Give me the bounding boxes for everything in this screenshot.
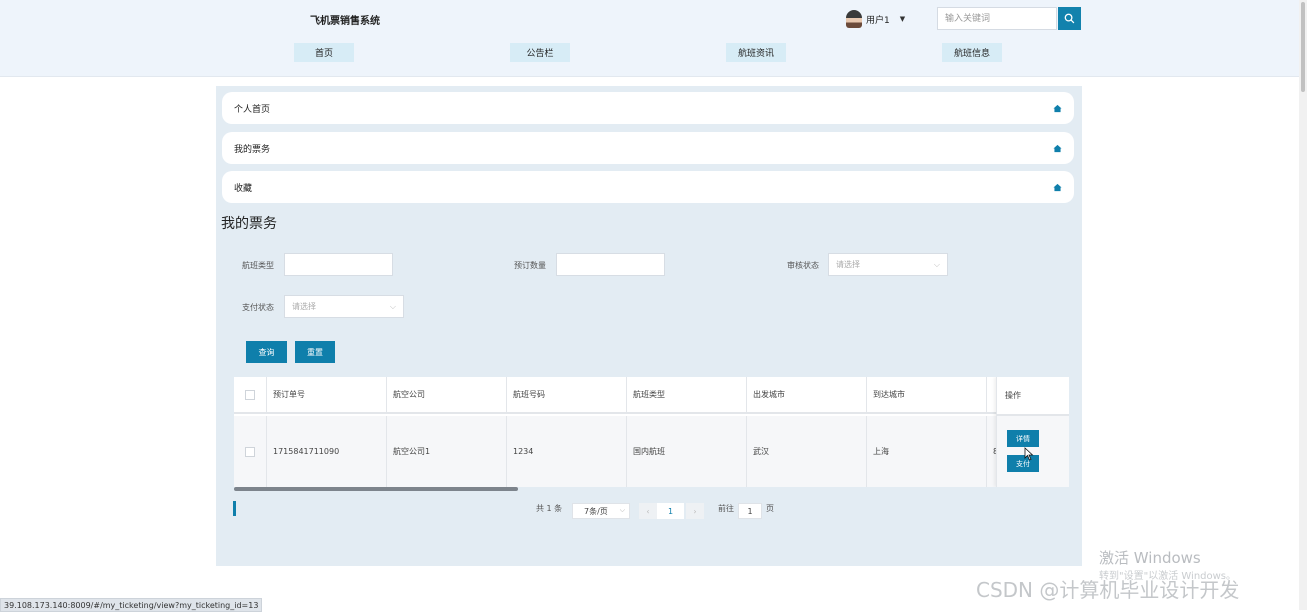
page-size-select[interactable]: 7条/页 ⌵ bbox=[572, 503, 630, 519]
row-select-cell bbox=[234, 416, 267, 487]
prev-page-button[interactable]: ‹ bbox=[639, 503, 657, 519]
home-icon bbox=[1053, 183, 1062, 191]
goto-label: 前往 bbox=[718, 504, 734, 513]
chevron-down-icon: ⌵ bbox=[389, 302, 396, 311]
table-cell: 上海 bbox=[867, 416, 987, 487]
review-status-select[interactable]: 请选择 ⌵ bbox=[828, 253, 948, 276]
column-header[interactable]: 到达城市 bbox=[867, 377, 987, 414]
main-panel: 个人首页 我的票务 收藏 我的票务 航班类型 预订数量 审核状态 请选择 ⌵ 支… bbox=[216, 86, 1082, 566]
row-checkbox[interactable] bbox=[245, 446, 255, 457]
total-count: 共 1 条 bbox=[536, 504, 563, 513]
chevron-down-icon: ⌵ bbox=[619, 506, 625, 514]
table-cell: 航空公司1 bbox=[387, 416, 507, 487]
user-menu[interactable]: 用户1 ▼ bbox=[846, 10, 905, 28]
query-button[interactable]: 查询 bbox=[246, 341, 287, 363]
page-scrollbar[interactable] bbox=[1299, 0, 1307, 610]
home-icon bbox=[1053, 104, 1062, 112]
menu-item-my-tickets[interactable]: 我的票务 bbox=[222, 132, 1074, 164]
menu-item-personal-home[interactable]: 个人首页 bbox=[222, 92, 1074, 124]
table-cell: 武汉 bbox=[747, 416, 867, 487]
column-header[interactable]: 出发城市 bbox=[747, 377, 867, 414]
csdn-watermark: CSDN @计算机毕业设计开发 bbox=[976, 578, 1240, 602]
page-scrollbar-thumb[interactable] bbox=[1301, 2, 1305, 92]
home-icon bbox=[1053, 144, 1062, 152]
search-icon bbox=[1064, 13, 1075, 24]
menu-item-label: 我的票务 bbox=[234, 144, 271, 155]
table-horizontal-scrollbar[interactable] bbox=[234, 487, 1069, 491]
select-all-checkbox[interactable] bbox=[245, 389, 255, 400]
scrollbar-thumb[interactable] bbox=[234, 487, 518, 491]
nav-flight-news[interactable]: 航班资讯 bbox=[726, 43, 786, 62]
nav-home[interactable]: 首页 bbox=[294, 43, 354, 62]
page-title: 我的票务 bbox=[221, 216, 277, 232]
column-header[interactable]: 航空公司 bbox=[387, 377, 507, 414]
menu-item-label: 收藏 bbox=[234, 183, 253, 194]
search-input[interactable] bbox=[937, 7, 1057, 30]
site-title: 飞机票销售系统 bbox=[310, 16, 380, 27]
flight-type-label: 航班类型 bbox=[242, 261, 274, 270]
quantity-input[interactable] bbox=[556, 253, 665, 276]
column-header[interactable]: 航班类型 bbox=[627, 377, 747, 414]
payment-status-placeholder: 请选择 bbox=[292, 302, 316, 311]
quantity-label: 预订数量 bbox=[514, 261, 546, 270]
table-cell: 1715841711090 bbox=[267, 416, 387, 487]
table-cell: 1234 bbox=[507, 416, 627, 487]
next-page-button[interactable]: › bbox=[686, 503, 704, 519]
column-header: 操作 bbox=[1005, 391, 1021, 400]
search-button[interactable] bbox=[1058, 7, 1081, 30]
chevron-down-icon: ⌵ bbox=[933, 260, 940, 269]
flight-type-input[interactable] bbox=[284, 253, 393, 276]
menu-item-label: 个人首页 bbox=[234, 104, 271, 115]
select-all-header bbox=[234, 377, 267, 414]
table-cell: 国内航班 bbox=[627, 416, 747, 487]
page-size-value: 7条/页 bbox=[584, 506, 608, 516]
detail-button[interactable]: 详情 bbox=[1007, 430, 1039, 447]
review-status-label: 审核状态 bbox=[787, 261, 819, 270]
column-header[interactable]: 预订单号 bbox=[267, 377, 387, 414]
page-unit-label: 页 bbox=[766, 504, 774, 513]
user-avatar[interactable] bbox=[846, 10, 862, 28]
pagination-accent-marker bbox=[233, 501, 236, 516]
operation-column: 操作 详情 支付 bbox=[996, 377, 1069, 487]
menu-item-favorites[interactable]: 收藏 bbox=[222, 171, 1074, 203]
review-status-placeholder: 请选择 bbox=[836, 260, 860, 269]
column-header[interactable]: 航班号码 bbox=[507, 377, 627, 414]
payment-status-select[interactable]: 请选择 ⌵ bbox=[284, 295, 404, 318]
mouse-cursor-icon bbox=[1024, 447, 1034, 461]
tickets-table: 预订单号 航空公司 航班号码 航班类型 出发城市 到达城市 1715841711… bbox=[234, 377, 1069, 487]
current-page[interactable]: 1 bbox=[657, 503, 684, 519]
windows-activation-title: 激活 Windows bbox=[1099, 549, 1201, 567]
goto-page-input[interactable]: 1 bbox=[738, 503, 762, 519]
pay-button[interactable]: 支付 bbox=[1007, 455, 1039, 472]
reset-button[interactable]: 重置 bbox=[295, 341, 335, 363]
top-header: 飞机票销售系统 用户1 ▼ 首页 公告栏 航班资讯 航班信息 bbox=[0, 0, 1307, 77]
nav-flight-info[interactable]: 航班信息 bbox=[942, 43, 1002, 62]
user-name[interactable]: 用户1 bbox=[866, 13, 890, 26]
caret-down-icon[interactable]: ▼ bbox=[900, 15, 905, 23]
nav-notice-board[interactable]: 公告栏 bbox=[510, 43, 570, 62]
payment-status-label: 支付状态 bbox=[242, 303, 274, 312]
